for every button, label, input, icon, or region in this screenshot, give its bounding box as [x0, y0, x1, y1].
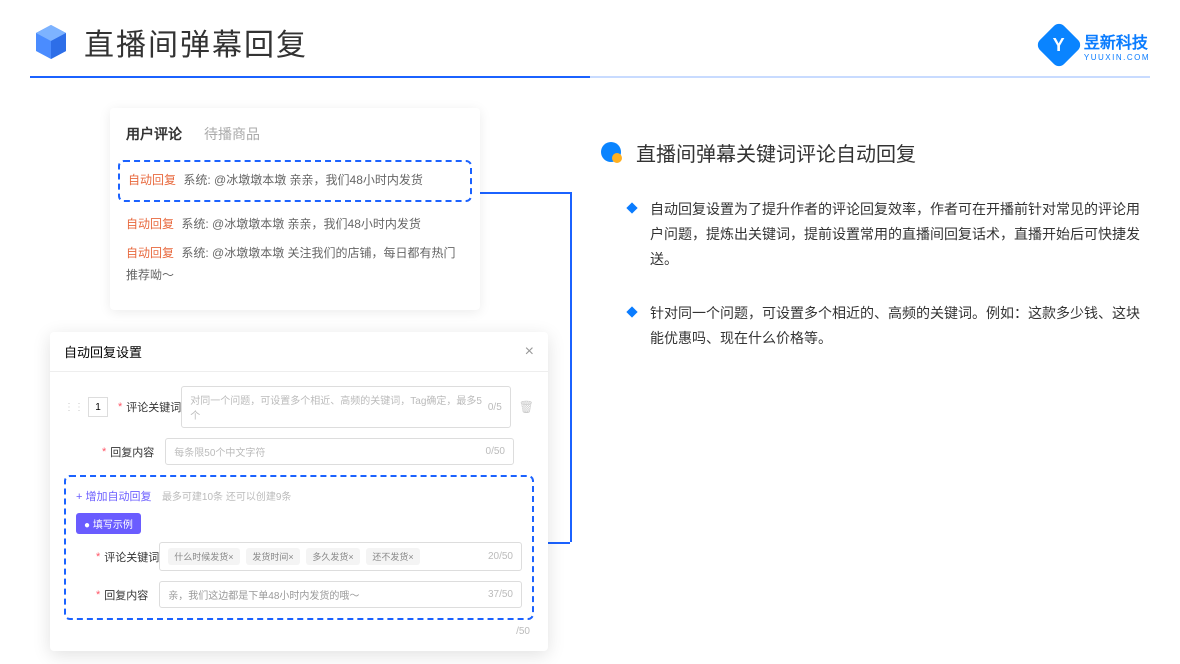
bullet-2: 针对同一个问题，可设置多个相近的、高频的关键词。例如：这款多少钱、这块能优惠吗、… — [600, 301, 1150, 351]
section-title: 直播间弹幕关键词评论自动回复 — [636, 138, 916, 167]
auto-reply-tag: 自动回复 — [126, 217, 174, 231]
auto-reply-tag: 自动回复 — [126, 246, 174, 260]
connector-h1 — [480, 192, 570, 194]
brand-logo: Y 昱新科技 YUUXIN.COM — [1042, 28, 1150, 62]
required-dot: * — [118, 401, 122, 413]
comments-panel: 用户评论 待播商品 自动回复 系统: @冰墩墩本墩 亲亲，我们48小时内发货 自… — [110, 108, 480, 310]
add-note: 最多可建10条 还可以创建9条 — [162, 492, 291, 503]
diamond-icon — [626, 202, 637, 213]
required-dot: * — [102, 446, 106, 458]
footer-count: /50 — [64, 620, 534, 637]
brand-icon: Y — [1035, 21, 1083, 69]
reply-input[interactable]: 每条限50个中文字符 0/50 — [165, 438, 514, 465]
connector-h2 — [548, 542, 570, 544]
comment-text-3: 系统: @冰墩墩本墩 关注我们的店铺，每日都有热门推荐呦～ — [126, 246, 456, 282]
ex-keyword-input[interactable]: 什么时候发货× 发货时间× 多久发货× 还不发货× 20/50 — [159, 542, 522, 571]
brand-name: 昱新科技 — [1084, 29, 1150, 53]
bullet-text-1: 自动回复设置为了提升作者的评论回复效率，作者可在开播前针对常见的评论用户问题，提… — [650, 197, 1150, 273]
comment-text-2: 系统: @冰墩墩本墩 亲亲，我们48小时内发货 — [181, 217, 421, 231]
diamond-icon — [626, 306, 637, 317]
tab-pending-goods[interactable]: 待播商品 — [204, 124, 260, 144]
bullet-1: 自动回复设置为了提升作者的评论回复效率，作者可在开播前针对常见的评论用户问题，提… — [600, 197, 1150, 273]
reply-label: 回复内容 — [110, 444, 165, 460]
keyword-tag[interactable]: 还不发货× — [366, 548, 419, 565]
auto-reply-tag: 自动回复 — [128, 173, 176, 187]
comment-text-1: 系统: @冰墩墩本墩 亲亲，我们48小时内发货 — [183, 173, 423, 187]
example-badge: ● 填写示例 — [76, 513, 141, 534]
example-zone: + 增加自动回复 最多可建10条 还可以创建9条 ● 填写示例 * 评论关键词 … — [64, 475, 534, 620]
cube-icon — [30, 21, 72, 63]
keyword-tag[interactable]: 多久发货× — [306, 548, 359, 565]
delete-icon[interactable]: 🗑 — [519, 400, 534, 414]
modal-title: 自动回复设置 — [64, 342, 142, 361]
ex-keyword-label: 评论关键词 — [104, 549, 159, 565]
drag-handle-icon[interactable]: ⋮⋮ — [64, 402, 84, 413]
close-icon[interactable]: × — [525, 343, 534, 361]
bullet-text-2: 针对同一个问题，可设置多个相近的、高频的关键词。例如：这款多少钱、这块能优惠吗、… — [650, 301, 1150, 351]
page-title: 直播间弹幕回复 — [84, 20, 308, 64]
add-auto-reply-link[interactable]: + 增加自动回复 — [76, 491, 151, 503]
keyword-tag[interactable]: 发货时间× — [246, 548, 299, 565]
section-icon — [600, 141, 624, 165]
ex-reply-label: 回复内容 — [104, 587, 159, 603]
brand-sub: YUUXIN.COM — [1084, 53, 1150, 62]
ex-reply-input[interactable]: 亲，我们这边都是下单48小时内发货的哦～ 37/50 — [159, 581, 522, 608]
keyword-label: 评论关键词 — [126, 399, 181, 415]
keyword-input[interactable]: 对同一个问题，可设置多个相近、高频的关键词，Tag确定，最多5个 0/5 — [181, 386, 510, 428]
keyword-tag[interactable]: 什么时候发货× — [168, 548, 239, 565]
tab-user-comments[interactable]: 用户评论 — [126, 124, 182, 144]
auto-reply-settings-modal: 自动回复设置 × ⋮⋮ 1 * 评论关键词 对同一个问题，可设置多个相近、高频的… — [50, 332, 548, 651]
highlighted-comment: 自动回复 系统: @冰墩墩本墩 亲亲，我们48小时内发货 — [118, 160, 472, 202]
index-box: 1 — [88, 397, 108, 417]
connector-v — [570, 192, 572, 542]
